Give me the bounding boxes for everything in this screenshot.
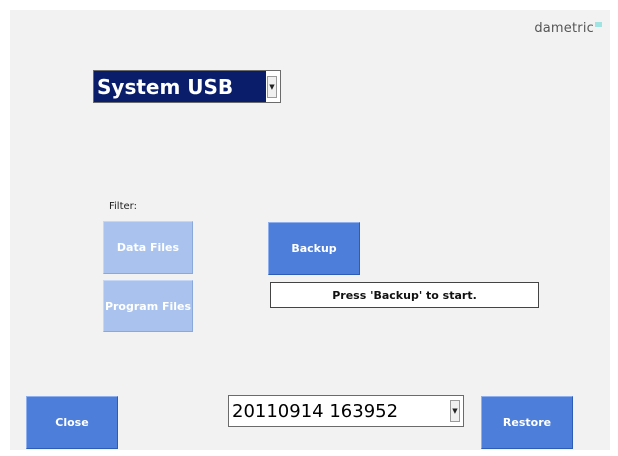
dropdown-arrow-icon[interactable]: ▼: [450, 400, 460, 422]
backup-button[interactable]: Backup: [268, 222, 360, 275]
brand-logo: dametric: [534, 21, 602, 36]
brand-name: dametric: [534, 21, 594, 36]
device-select[interactable]: System USB ▼: [93, 70, 281, 103]
app-screen: dametric System USB ▼ Filter: Data Files…: [10, 10, 610, 450]
brand-mark-icon: [595, 22, 602, 27]
backup-version-select[interactable]: 20110914 163952 ▼: [228, 395, 464, 427]
close-button[interactable]: Close: [26, 396, 118, 449]
status-message: Press 'Backup' to start.: [270, 282, 539, 308]
program-files-button[interactable]: Program Files: [103, 280, 193, 332]
filter-label: Filter:: [109, 201, 137, 212]
dropdown-arrow-icon[interactable]: ▼: [267, 75, 277, 98]
device-select-value: System USB: [94, 71, 266, 102]
data-files-button[interactable]: Data Files: [103, 221, 193, 274]
restore-button[interactable]: Restore: [481, 396, 573, 449]
backup-version-value: 20110914 163952: [232, 400, 399, 422]
